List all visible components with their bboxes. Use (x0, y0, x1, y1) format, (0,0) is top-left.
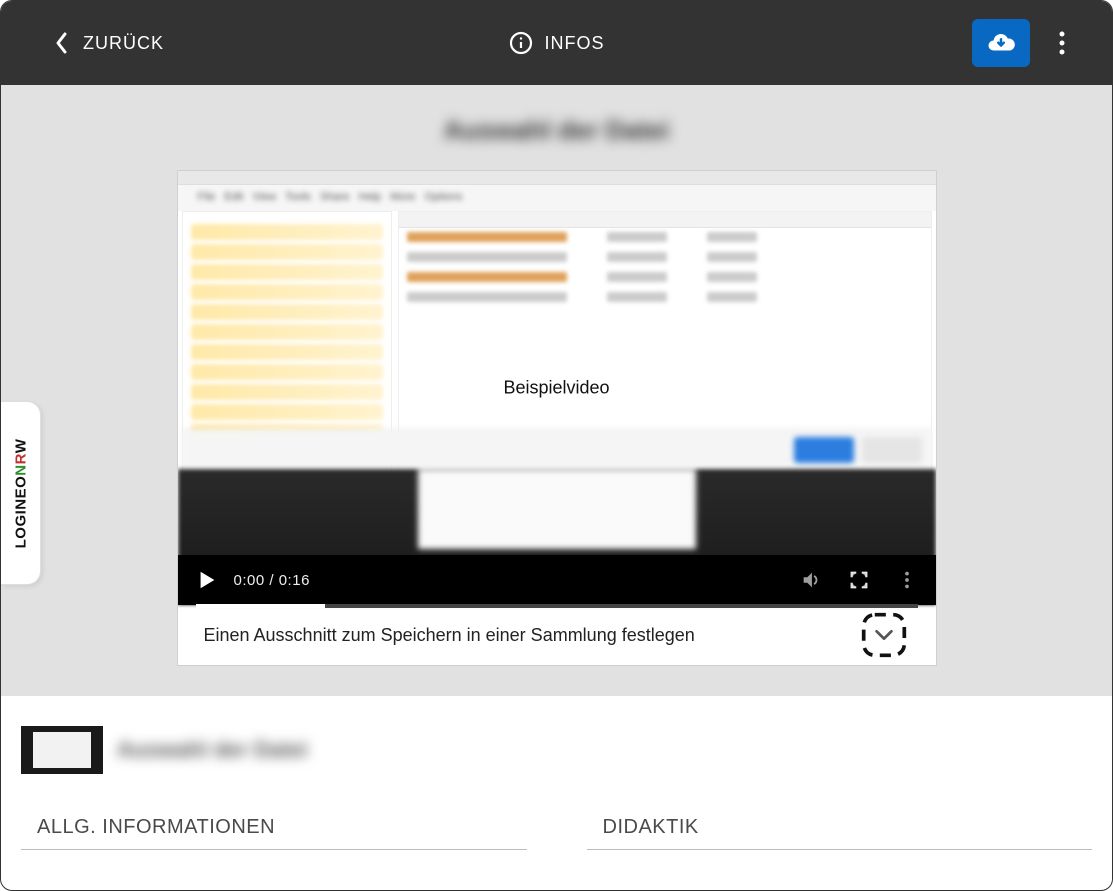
top-right-actions (972, 19, 1076, 67)
time-total: 0:16 (279, 572, 310, 589)
info-button[interactable]: INFOS (508, 31, 604, 55)
app-frame: ZURÜCK INFOS Auswahl der Datei File Edit… (0, 0, 1113, 891)
cloud-download-icon (986, 28, 1016, 58)
video-overlay-label: Beispielvideo (499, 376, 613, 401)
dashed-chevron-down-icon (860, 611, 908, 659)
video-card: File Edit View Tools Share Help More Opt… (177, 170, 937, 666)
chevron-left-icon (55, 32, 69, 54)
more-menu-button[interactable] (1048, 23, 1076, 63)
section-header-general: ALLG. INFORMATIONEN (21, 816, 527, 850)
media-title-blurred: Auswahl der Datei (117, 737, 308, 763)
logineo-side-tab[interactable]: LOGINEONRW (1, 401, 41, 585)
clip-bar-text: Einen Ausschnitt zum Speichern in einer … (204, 625, 695, 646)
info-label: INFOS (544, 33, 604, 54)
section-header-didactics: DIDAKTIK (587, 816, 1093, 850)
clip-expand-toggle[interactable] (858, 609, 910, 661)
video-more-button[interactable] (896, 569, 918, 591)
volume-button[interactable] (800, 569, 822, 591)
info-icon (508, 31, 532, 55)
clip-selection-bar: Einen Ausschnitt zum Speichern in einer … (178, 605, 936, 665)
section-general-info: ALLG. INFORMATIONEN (21, 816, 527, 850)
video-controls: 0:00 / 0:16 (178, 555, 936, 605)
back-label: ZURÜCK (83, 33, 164, 54)
time-current: 0:00 (234, 572, 265, 589)
media-thumbnail[interactable] (21, 726, 103, 774)
video-time-display: 0:00 / 0:16 (234, 572, 310, 589)
seek-played (196, 604, 326, 608)
page-title-blurred: Auswahl der Datei (1, 115, 1112, 146)
lower-panel: Auswahl der Datei ALLG. INFORMATIONEN DI… (1, 696, 1112, 874)
top-bar: ZURÜCK INFOS (1, 1, 1112, 85)
video-preview[interactable]: File Edit View Tools Share Help More Opt… (178, 171, 936, 605)
seek-bar[interactable] (196, 604, 918, 608)
logineo-label: LOGINEONRW (12, 438, 29, 548)
download-button[interactable] (972, 19, 1030, 67)
video-panel: Auswahl der Datei File Edit View Tools S… (1, 85, 1112, 696)
media-summary-row: Auswahl der Datei (21, 720, 1092, 780)
more-vertical-icon (1059, 31, 1065, 55)
section-didactics: DIDAKTIK (587, 816, 1093, 850)
fullscreen-button[interactable] (848, 569, 870, 591)
play-button[interactable] (196, 569, 218, 591)
back-button[interactable]: ZURÜCK (55, 32, 164, 54)
info-columns: ALLG. INFORMATIONEN DIDAKTIK (21, 816, 1092, 850)
